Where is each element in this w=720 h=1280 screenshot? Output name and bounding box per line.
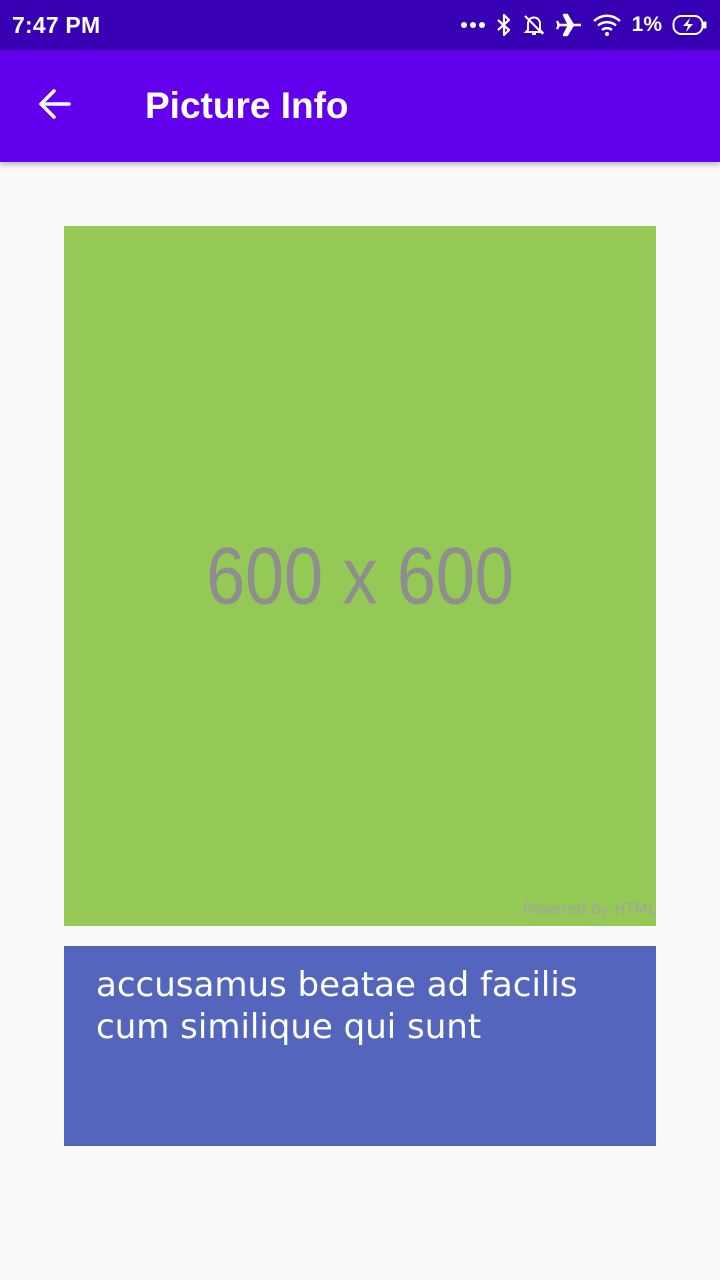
airplane-icon bbox=[555, 10, 582, 40]
picture-placeholder-text: 600 x 600 bbox=[206, 531, 514, 621]
status-bar: 7:47 PM 1% bbox=[0, 0, 720, 50]
back-button[interactable] bbox=[27, 78, 83, 134]
app-bar: Picture Info bbox=[0, 50, 720, 162]
more-dots-icon bbox=[460, 10, 486, 40]
wifi-icon bbox=[592, 10, 622, 40]
caption-text: accusamus beatae ad facilis cum similiqu… bbox=[96, 965, 578, 1047]
status-icons: 1% bbox=[460, 10, 708, 40]
arrow-back-icon bbox=[37, 86, 73, 127]
caption-card: accusamus beatae ad facilis cum similiqu… bbox=[64, 946, 656, 1146]
picture-image: 600 x 600 Powered by HTML bbox=[64, 226, 656, 926]
battery-charging-icon bbox=[672, 10, 708, 40]
battery-percent: 1% bbox=[631, 13, 662, 36]
status-time: 7:47 PM bbox=[12, 11, 101, 38]
bluetooth-icon bbox=[496, 10, 512, 40]
page-title: Picture Info bbox=[145, 85, 349, 126]
notifications-off-icon bbox=[522, 10, 546, 40]
picture-watermark: Powered by HTML bbox=[522, 900, 656, 918]
